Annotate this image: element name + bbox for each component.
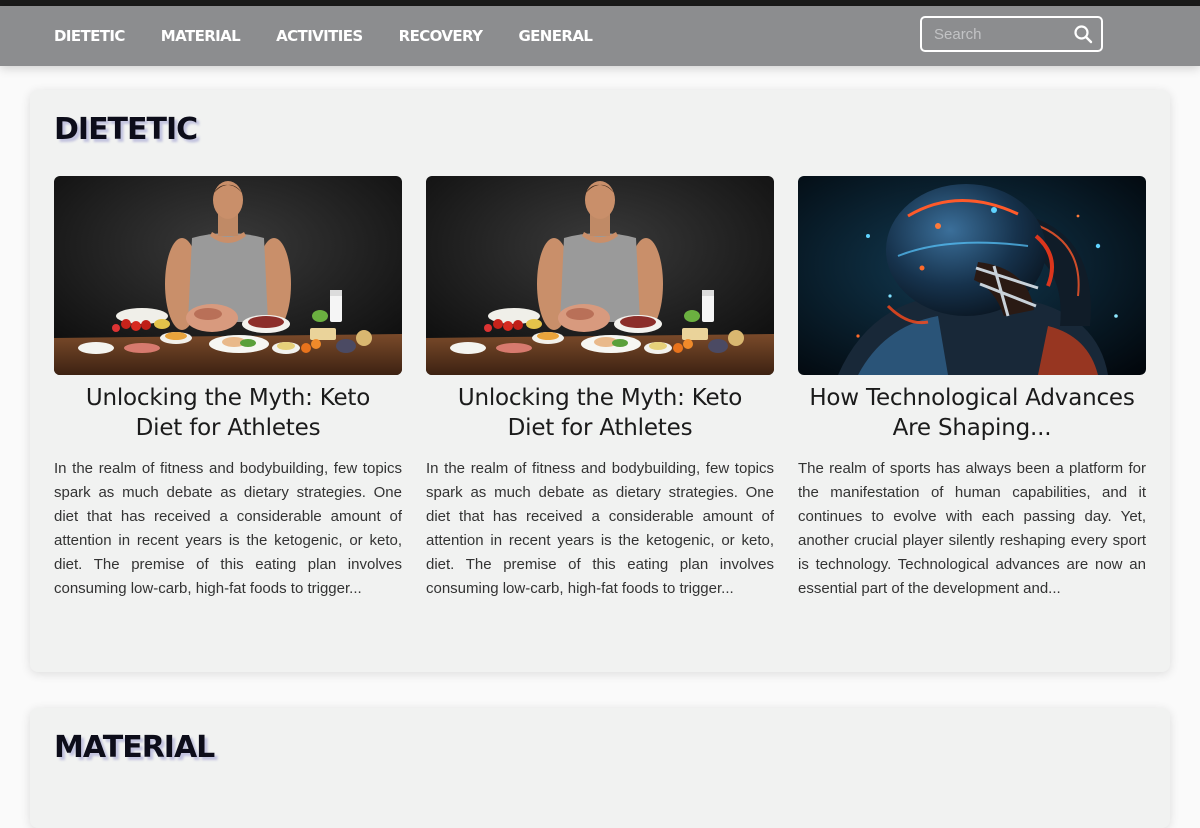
search-input[interactable]	[922, 18, 1072, 50]
section-title: MATERIAL	[54, 730, 215, 765]
section-dietetic: DIETETIC Unlocking the Myth: Keto Diet f…	[30, 90, 1170, 672]
nav-link-dietetic[interactable]: DIETETIC	[54, 27, 125, 45]
nav-links: DIETETIC MATERIAL ACTIVITIES RECOVERY GE…	[54, 6, 628, 66]
section-title: DIETETIC	[54, 112, 198, 147]
article-title[interactable]: How Technological Advances Are Shaping..…	[804, 383, 1140, 443]
athlete-food-illustration	[426, 176, 774, 375]
tech-player-illustration	[798, 176, 1146, 375]
search-box	[920, 16, 1103, 52]
nav-link-material[interactable]: MATERIAL	[161, 27, 241, 45]
article-excerpt: The realm of sports has always been a pl…	[798, 460, 1146, 597]
article-card: Unlocking the Myth: Keto Diet for Athlet…	[54, 176, 402, 601]
article-title[interactable]: Unlocking the Myth: Keto Diet for Athlet…	[432, 383, 768, 443]
card-list: Unlocking the Myth: Keto Diet for Athlet…	[54, 176, 1146, 601]
nav-link-recovery[interactable]: RECOVERY	[399, 27, 483, 45]
article-title[interactable]: Unlocking the Myth: Keto Diet for Athlet…	[60, 383, 396, 443]
nav-link-activities[interactable]: ACTIVITIES	[276, 27, 363, 45]
nav-link-general[interactable]: GENERAL	[518, 27, 592, 45]
article-excerpt: In the realm of fitness and bodybuilding…	[426, 460, 774, 597]
search-icon[interactable]	[1072, 23, 1094, 45]
article-card: Unlocking the Myth: Keto Diet for Athlet…	[426, 176, 774, 601]
article-image-athlete-food[interactable]	[54, 176, 402, 375]
article-card: How Technological Advances Are Shaping..…	[798, 176, 1146, 601]
article-excerpt: In the realm of fitness and bodybuilding…	[54, 460, 402, 597]
article-image-tech-player[interactable]	[798, 176, 1146, 375]
article-image-athlete-food[interactable]	[426, 176, 774, 375]
athlete-food-illustration	[54, 176, 402, 375]
navbar: DIETETIC MATERIAL ACTIVITIES RECOVERY GE…	[0, 6, 1200, 66]
section-material: MATERIAL	[30, 708, 1170, 828]
